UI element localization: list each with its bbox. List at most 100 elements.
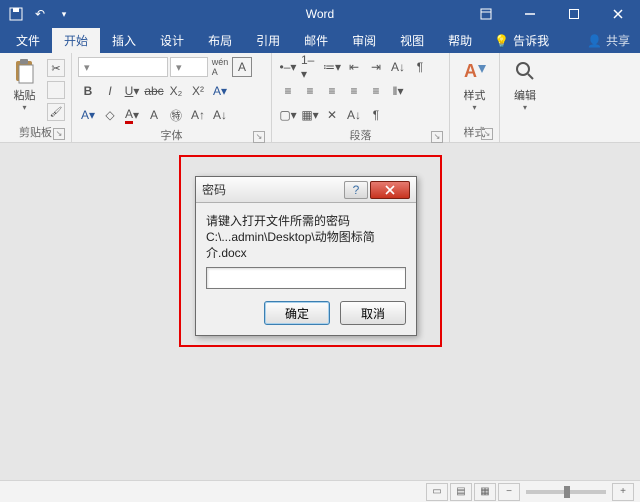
group-paragraph: •–▾ 1–▾ ≔▾ ⇤ ⇥ A↓ ¶ ≡ ≡ ≡ ≡ ≡ ‖▾ ▢ [272,53,450,142]
line-spacing-button[interactable]: ‖▾ [388,81,408,101]
zoom-slider[interactable] [526,490,606,494]
ok-button[interactable]: 确定 [264,301,330,325]
show-marks-button[interactable]: ¶ [410,57,430,77]
dialog-close-button[interactable] [370,181,410,199]
superscript-button[interactable]: X² [188,81,208,101]
group-editing: 编辑 ▾ [500,53,550,142]
dialog-prompt: 请键入打开文件所需的密码 [206,213,406,229]
save-icon[interactable] [8,6,24,22]
tab-home[interactable]: 开始 [52,28,100,53]
status-bar: ▭ ▤ ▦ − + [0,480,640,502]
font-size-combo[interactable]: ▾ [170,57,208,77]
web-layout-button[interactable]: ▦ [474,483,496,501]
password-input[interactable] [206,267,406,289]
justify-button[interactable]: ≡ [344,81,364,101]
ribbon-display-options-icon[interactable] [464,0,508,28]
borders-button[interactable]: ▦▾ [300,105,320,125]
font-group-label: 字体 [161,130,183,142]
styles-label: 样式 [464,87,486,103]
tab-design[interactable]: 设计 [148,28,196,53]
share-label: 共享 [606,32,630,49]
close-button[interactable] [596,0,640,28]
shading-button[interactable]: ▢▾ [278,105,298,125]
highlight-button[interactable]: A▾ [78,105,98,125]
tell-me[interactable]: 💡 告诉我 [484,28,559,53]
dialog-help-button[interactable]: ? [344,181,368,199]
shrink-font-button[interactable]: A↓ [210,105,230,125]
char-border-button[interactable]: A [232,57,252,77]
group-font: ▾ ▾ wénA A B I U▾ abc X₂ X² A▾ A▾ ◇ [72,53,272,142]
zoom-in-button[interactable]: + [612,483,634,501]
grow-font-button[interactable]: A↑ [188,105,208,125]
tab-mailings[interactable]: 邮件 [292,28,340,53]
password-dialog: 密码 ? 请键入打开文件所需的密码 C:\...admin\Desktop\动物… [195,176,417,336]
paragraph-launcher[interactable]: ↘ [431,131,443,143]
copy-button[interactable] [47,81,65,99]
char-shading-button[interactable]: A [144,105,164,125]
strikethrough-button[interactable]: abc [144,81,164,101]
styles-launcher[interactable]: ↘ [481,128,493,140]
group-clipboard: 粘贴 ▾ ✂ 🖌 剪贴板↘ [0,53,72,142]
lightbulb-icon: 💡 [494,34,509,48]
tab-file[interactable]: 文件 [4,28,52,53]
subscript-button[interactable]: X₂ [166,81,186,101]
title-bar: ↶ ▾ Word [0,0,640,28]
paste-button[interactable]: 粘贴 ▾ [6,57,43,112]
minimize-button[interactable] [508,0,552,28]
bold-button[interactable]: B [78,81,98,101]
para-sort-button[interactable]: A↓ [344,105,364,125]
print-layout-button[interactable]: ▤ [450,483,472,501]
tab-references[interactable]: 引用 [244,28,292,53]
qat-customize-icon[interactable]: ▾ [56,6,72,22]
tab-view[interactable]: 视图 [388,28,436,53]
maximize-button[interactable] [552,0,596,28]
clear-format-button[interactable]: ◇ [100,105,120,125]
tab-help[interactable]: 帮助 [436,28,484,53]
underline-button[interactable]: U▾ [122,81,142,101]
font-color-button[interactable]: A▾ [122,105,142,125]
group-styles: A 样式 ▾ 样式 ↘ [450,53,500,142]
tab-insert[interactable]: 插入 [100,28,148,53]
tab-layout[interactable]: 布局 [196,28,244,53]
editing-button[interactable]: 编辑 ▾ [506,57,544,112]
dialog-filepath: C:\...admin\Desktop\动物图标简介.docx [206,229,406,261]
enclose-char-button[interactable]: ㊕ [166,105,186,125]
align-center-button[interactable]: ≡ [300,81,320,101]
phonetic-guide-button[interactable]: wénA [210,57,230,77]
bullets-button[interactable]: •–▾ [278,57,298,77]
ribbon: 粘贴 ▾ ✂ 🖌 剪贴板↘ ▾ ▾ wénA A B [0,53,640,143]
format-painter-button[interactable]: 🖌 [47,103,65,121]
clipboard-launcher[interactable]: ↘ [53,128,65,140]
read-mode-button[interactable]: ▭ [426,483,448,501]
ribbon-tabs: 文件 开始 插入 设计 布局 引用 邮件 审阅 视图 帮助 💡 告诉我 👤 共享 [0,28,640,53]
share-button[interactable]: 👤 共享 [577,28,640,53]
font-launcher[interactable]: ↘ [253,131,265,143]
dialog-titlebar: 密码 ? [196,177,416,203]
undo-icon[interactable]: ↶ [32,6,48,22]
tell-me-label: 告诉我 [513,32,549,49]
paste-icon [11,57,39,85]
numbering-button[interactable]: 1–▾ [300,57,320,77]
find-icon [511,57,539,85]
align-left-button[interactable]: ≡ [278,81,298,101]
font-family-combo[interactable]: ▾ [78,57,168,77]
zoom-thumb[interactable] [564,486,570,498]
cancel-button[interactable]: 取消 [340,301,406,325]
distribute-button[interactable]: ≡ [366,81,386,101]
para-marks-button[interactable]: ¶ [366,105,386,125]
multilevel-button[interactable]: ≔▾ [322,57,342,77]
align-right-button[interactable]: ≡ [322,81,342,101]
text-effects-button[interactable]: A▾ [210,81,230,101]
clipboard-group-label: 剪贴板 [19,127,52,139]
zoom-out-button[interactable]: − [498,483,520,501]
paragraph-group-label: 段落 [350,130,372,142]
tab-review[interactable]: 审阅 [340,28,388,53]
decrease-indent-button[interactable]: ⇤ [344,57,364,77]
italic-button[interactable]: I [100,81,120,101]
cut-button[interactable]: ✂ [47,59,65,77]
sort-button[interactable]: A↓ [388,57,408,77]
svg-text:A: A [464,61,477,81]
increase-indent-button[interactable]: ⇥ [366,57,386,77]
styles-button[interactable]: A 样式 ▾ [456,57,493,112]
snap-button[interactable]: ✕ [322,105,342,125]
